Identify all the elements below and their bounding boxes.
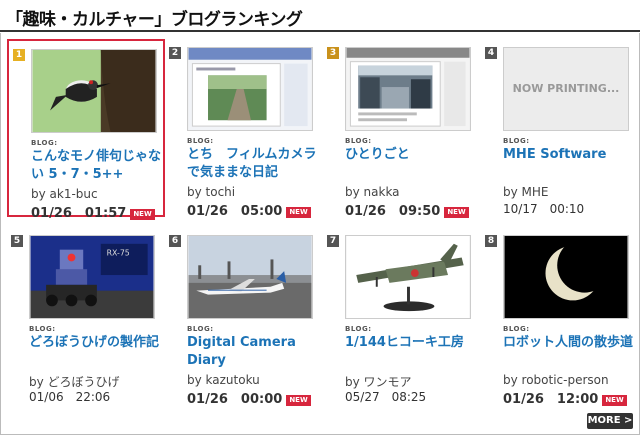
post-date: 10/17 00:10 — [503, 200, 584, 217]
widget-header: 「趣味・カルチャー」ブログランキング — [0, 0, 640, 32]
more-button[interactable]: MORE > — [587, 413, 633, 429]
post-date: 01/26 09:50 NEW — [345, 200, 469, 219]
thumbnail-image[interactable] — [345, 47, 471, 131]
thumbnail-image[interactable] — [31, 49, 157, 133]
date-text: 01/26 01:57 — [31, 206, 127, 221]
ranking-card[interactable]: 8 BLOG: ロボット人間の散歩道 by robotic-person 01/26 1… — [481, 227, 639, 407]
post-date: 05/27 08:25 — [345, 388, 426, 405]
date-text: 01/26 09:50 — [345, 204, 441, 219]
airplane-model-photo — [346, 236, 470, 318]
new-badge: NEW — [602, 395, 627, 406]
blog-label: BLOG: — [29, 325, 56, 333]
date-text: 01/06 22:06 — [29, 390, 111, 404]
rank-badge: 6 — [169, 235, 181, 247]
rank-badge: 3 — [327, 47, 339, 59]
author-name: by tochi — [187, 185, 236, 199]
author-name: by ak1-buc — [31, 187, 98, 201]
ranking-panel: 1 BLOG: こんなモノ俳句じゃない 5・7・5++ by ak1-buc 01/26… — [0, 33, 640, 435]
rank-badge: 5 — [11, 235, 23, 247]
widget-title: 「趣味・カルチャー」ブログランキング — [6, 10, 303, 30]
new-badge: NEW — [286, 207, 311, 218]
crescent-moon-photo — [504, 236, 628, 318]
thumbnail-image[interactable]: RX-75 — [29, 235, 155, 319]
thumbnail-image[interactable] — [503, 235, 629, 319]
date-text: 05/27 08:25 — [345, 390, 427, 404]
blog-ranking-widget: 「趣味・カルチャー」ブログランキング 1 BLOG: こんなモノ俳句じゃない 5・7… — [0, 0, 640, 435]
rank-badge: 4 — [485, 47, 497, 59]
author-name: by robotic-person — [503, 373, 609, 387]
thumbnail-image[interactable] — [187, 47, 313, 131]
blog-label: BLOG: — [503, 137, 530, 145]
post-date: 01/06 22:06 — [29, 388, 110, 405]
ranking-card[interactable]: 1 BLOG: こんなモノ俳句じゃない 5・7・5++ by ak1-buc 01/26… — [7, 39, 165, 221]
post-date: 01/26 01:57 NEW — [31, 202, 155, 221]
blog-title-link[interactable]: 1/144ヒコーキ工房 — [345, 334, 477, 352]
thumbnail-image[interactable] — [345, 235, 471, 319]
date-text: 01/26 00:00 — [187, 392, 283, 407]
date-text: 10/17 00:10 — [503, 202, 585, 216]
blog-title-link[interactable]: ロボット人間の散歩道 — [503, 334, 635, 352]
blog-label: BLOG: — [503, 325, 530, 333]
author-name: by kazutoku — [187, 373, 260, 387]
blog-label: BLOG: — [187, 325, 214, 333]
rank-badge: 8 — [485, 235, 497, 247]
blog-label: BLOG: — [345, 325, 372, 333]
ranking-card[interactable]: 2 BLOG: とち フィルムカメラで気ままな日記 by tochi 01/26 05:… — [165, 39, 323, 219]
post-date: 01/26 12:00 NEW — [503, 388, 627, 407]
ranking-card[interactable]: 3 BLOG: ひとりごと by nakka 01/26 09:50 NEW — [323, 39, 481, 219]
author-name: by MHE — [503, 185, 549, 199]
author-name: by nakka — [345, 185, 400, 199]
ranking-card[interactable]: 4 NOW PRINTING... BLOG: MHE Software by MHE 1… — [481, 39, 639, 217]
blog-title-link[interactable]: こんなモノ俳句じゃない 5・7・5++ — [31, 148, 163, 184]
blog-title-link[interactable]: とち フィルムカメラで気ままな日記 — [187, 146, 319, 182]
blog-title-link[interactable]: MHE Software — [503, 146, 635, 164]
post-date: 01/26 05:00 NEW — [187, 200, 311, 219]
new-badge: NEW — [286, 395, 311, 406]
blog-title-link[interactable]: どろぼうひげの製作記 — [29, 334, 161, 352]
thumbnail-image[interactable]: NOW PRINTING... — [503, 47, 629, 131]
ranking-card[interactable]: 6 BLOG: Digital Camera Diary by kazutoku 01/… — [165, 227, 323, 407]
now-printing-placeholder: NOW PRINTING... — [504, 48, 628, 130]
blog-label: BLOG: — [31, 139, 58, 147]
rank-badge: 7 — [327, 235, 339, 247]
woodpecker-photo — [32, 50, 156, 132]
blog-screenshot — [346, 48, 470, 130]
blog-title-link[interactable]: Digital Camera Diary — [187, 334, 319, 370]
rank-badge: 1 — [13, 49, 25, 61]
post-date: 01/26 00:00 NEW — [187, 388, 311, 407]
airport-photo — [188, 236, 312, 318]
ranking-card[interactable]: 7 BLOG: 1/144ヒコーキ工房 by ワンモア 05/27 08:25 — [323, 227, 481, 405]
ranking-card[interactable]: 5 RX-75 BLOG: どろぼうひげの製作記 by どろぼうひげ 01/06 22:0… — [7, 227, 165, 405]
new-badge: NEW — [130, 209, 155, 220]
rank-badge: 2 — [169, 47, 181, 59]
blog-label: BLOG: — [345, 137, 372, 145]
svg-text:RX-75: RX-75 — [107, 249, 130, 258]
new-badge: NEW — [444, 207, 469, 218]
blog-label: BLOG: — [187, 137, 214, 145]
blog-title-link[interactable]: ひとりごと — [345, 146, 477, 164]
thumbnail-image[interactable] — [187, 235, 313, 319]
robot-model-photo: RX-75 — [30, 236, 154, 318]
date-text: 01/26 05:00 — [187, 204, 283, 219]
blog-screenshot — [188, 48, 312, 130]
date-text: 01/26 12:00 — [503, 392, 599, 407]
